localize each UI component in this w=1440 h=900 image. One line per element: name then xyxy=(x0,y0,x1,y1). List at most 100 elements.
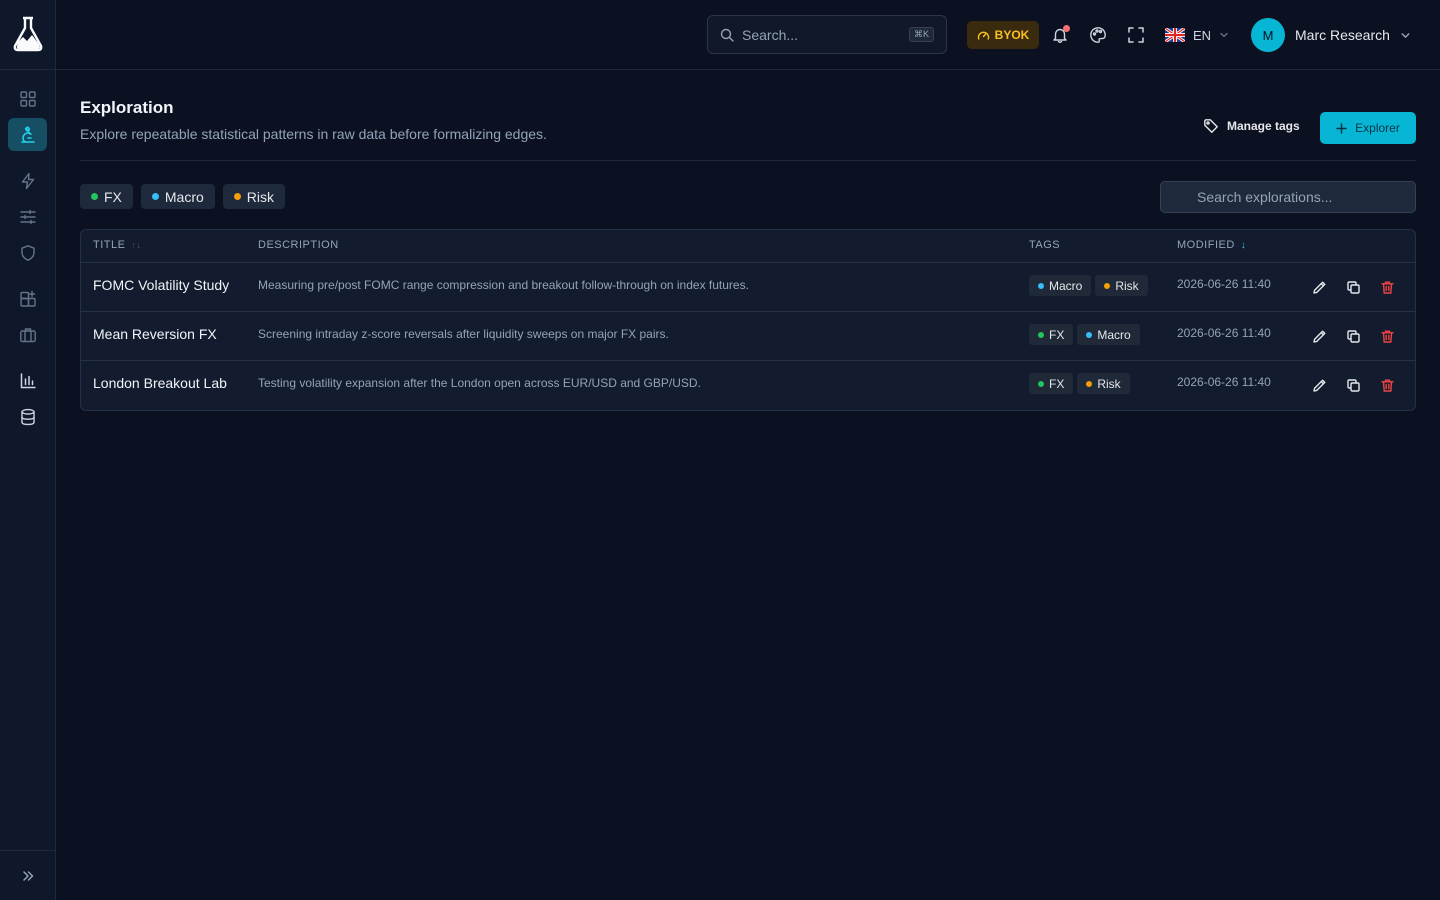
row-description: Screening intraday z-score reversals aft… xyxy=(258,327,669,341)
tag-label: Risk xyxy=(1097,376,1121,391)
notification-dot xyxy=(1063,25,1070,32)
sidebar-item-exploration[interactable] xyxy=(8,118,47,151)
table-row[interactable]: Mean Reversion FX Screening intraday z-s… xyxy=(81,312,1415,361)
chevron-down-icon xyxy=(1400,30,1411,41)
row-title[interactable]: Mean Reversion FX xyxy=(93,326,217,342)
language-code: EN xyxy=(1193,27,1212,43)
notifications-button[interactable] xyxy=(1050,25,1070,45)
search-icon xyxy=(720,28,734,42)
sort-desc-icon: ↓ xyxy=(1240,239,1247,251)
byok-badge[interactable]: BYOK xyxy=(967,21,1039,49)
row-modified: 2026-06-26 11:40 xyxy=(1177,326,1271,340)
table-header: TITLE ↑↓ DESCRIPTION TAGS MODIFIED ↓ xyxy=(81,230,1415,263)
trash-icon xyxy=(1380,378,1395,393)
sidebar-item-dashboard[interactable] xyxy=(8,82,47,115)
page-title: Exploration xyxy=(80,98,174,117)
copy-icon xyxy=(1346,329,1361,344)
gauge-icon xyxy=(977,29,990,42)
tag-color-dot xyxy=(1086,331,1093,338)
tag-color-dot xyxy=(233,193,241,200)
global-search-input[interactable]: Search... ⌘K xyxy=(707,15,947,54)
duplicate-button[interactable] xyxy=(1345,328,1361,344)
edit-button[interactable] xyxy=(1311,328,1327,344)
table-row[interactable]: London Breakout Lab Testing volatility e… xyxy=(81,361,1415,410)
fullscreen-icon xyxy=(1127,26,1145,44)
edit-button[interactable] xyxy=(1311,279,1327,295)
apps-add-icon xyxy=(19,290,37,308)
sidebar-item-analytics[interactable] xyxy=(8,364,47,397)
filter-chip-fx[interactable]: FX xyxy=(80,184,133,209)
duplicate-button[interactable] xyxy=(1345,279,1361,295)
tag-label: FX xyxy=(1049,327,1065,342)
delete-button[interactable] xyxy=(1379,328,1395,344)
search-explorations-input[interactable]: Search explorations... xyxy=(1160,181,1416,213)
filter-chip-label: Risk xyxy=(246,188,275,205)
fullscreen-button[interactable] xyxy=(1126,25,1146,45)
row-title[interactable]: London Breakout Lab xyxy=(93,375,227,391)
sidebar-expand-button[interactable] xyxy=(18,866,38,886)
user-name: Marc Research xyxy=(1295,27,1390,43)
tag-label: FX xyxy=(1049,376,1065,391)
tag-color-dot xyxy=(1038,331,1044,338)
manage-tags-label: Manage tags xyxy=(1227,119,1300,133)
palette-icon xyxy=(1089,26,1107,44)
column-header-modified[interactable]: MODIFIED ↓ xyxy=(1177,239,1246,251)
sort-icon: ↑↓ xyxy=(131,240,142,250)
tag-badge-risk: Risk xyxy=(1095,275,1148,296)
uk-flag-icon xyxy=(1165,28,1185,42)
tag-badge-risk: Risk xyxy=(1077,373,1130,394)
tag-badge-macro: Macro xyxy=(1077,324,1140,345)
filter-chip-macro[interactable]: Macro xyxy=(140,184,215,209)
column-header-title[interactable]: TITLE ↑↓ xyxy=(93,239,141,251)
sidebar-item-integrations[interactable] xyxy=(8,282,47,315)
search-explorations-placeholder: Search explorations... xyxy=(1197,189,1333,205)
pencil-icon xyxy=(1312,378,1327,393)
column-header-tags: TAGS xyxy=(1029,239,1060,251)
filter-chip-risk[interactable]: Risk xyxy=(222,184,286,209)
tag-label: Risk xyxy=(1115,278,1139,293)
edit-button[interactable] xyxy=(1311,377,1327,393)
row-tags: FX Macro xyxy=(1029,324,1140,345)
sidebar-item-filters[interactable] xyxy=(8,200,47,233)
microscope-icon xyxy=(19,125,37,144)
sidebar-item-data[interactable] xyxy=(8,400,47,433)
sidebar xyxy=(0,0,56,900)
delete-button[interactable] xyxy=(1379,279,1395,295)
sidebar-bottom-divider xyxy=(0,850,56,851)
bar-chart-icon xyxy=(19,372,37,390)
language-selector[interactable]: EN xyxy=(1165,24,1229,46)
pencil-icon xyxy=(1312,280,1327,295)
global-search-placeholder: Search... xyxy=(742,26,799,43)
duplicate-button[interactable] xyxy=(1345,377,1361,393)
theme-button[interactable] xyxy=(1088,25,1108,45)
pencil-icon xyxy=(1312,329,1327,344)
flask-logo-icon[interactable] xyxy=(12,16,44,52)
row-title[interactable]: FOMC Volatility Study xyxy=(93,277,229,293)
sidebar-item-risk[interactable] xyxy=(8,236,47,269)
user-menu[interactable]: M Marc Research xyxy=(1251,18,1411,52)
filter-chip-label: Macro xyxy=(164,188,204,205)
column-modified-label: MODIFIED xyxy=(1177,239,1235,251)
tag-badge-fx: FX xyxy=(1029,324,1074,345)
delete-button[interactable] xyxy=(1379,377,1395,393)
tag-color-dot xyxy=(151,193,159,200)
tag-color-dot xyxy=(1038,282,1044,289)
sidebar-item-signals[interactable] xyxy=(8,164,47,197)
shield-icon xyxy=(19,244,37,262)
row-modified: 2026-06-26 11:40 xyxy=(1177,375,1271,389)
new-explorer-button[interactable]: Explorer xyxy=(1320,112,1416,144)
column-header-description: DESCRIPTION xyxy=(258,239,339,251)
topbar: Search... ⌘K BYOK EN M Marc Research xyxy=(56,0,1440,70)
tag-label: Macro xyxy=(1049,278,1083,293)
table-row[interactable]: FOMC Volatility Study Measuring pre/post… xyxy=(81,263,1415,312)
tag-color-dot xyxy=(91,193,98,200)
chevron-down-icon xyxy=(1219,30,1229,40)
avatar: M xyxy=(1251,18,1285,52)
column-title-label: TITLE xyxy=(93,239,126,251)
tag-filter-bar: FX Macro Risk xyxy=(80,184,286,209)
sidebar-item-portfolio[interactable] xyxy=(8,318,47,351)
manage-tags-button[interactable]: Manage tags xyxy=(1203,118,1300,134)
trash-icon xyxy=(1380,280,1395,295)
row-description: Testing volatility expansion after the L… xyxy=(258,376,701,390)
page-subtitle: Explore repeatable statistical patterns … xyxy=(80,126,547,142)
